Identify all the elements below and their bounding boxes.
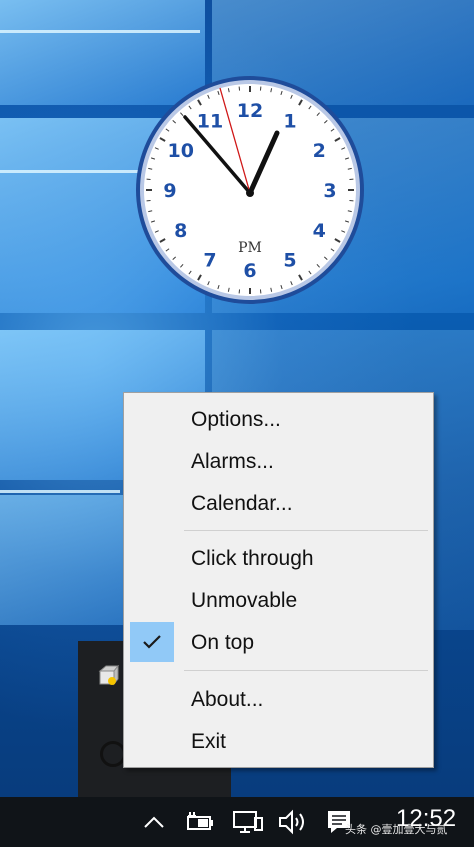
menu-item-label: Click through (191, 547, 314, 570)
menu-item-label: On top (191, 631, 255, 654)
clock-numeral: 10 (167, 140, 193, 162)
light-streak (0, 30, 200, 33)
clock-numeral: 11 (197, 111, 223, 133)
menu-separator (184, 530, 428, 531)
context-menu: Options... Alarms... Calendar... Click t… (123, 392, 434, 768)
clock-center-pin (246, 189, 254, 197)
menu-item-unmovable[interactable]: Unmovable (127, 580, 430, 620)
watermark-text: 头条 @壹加壹大与贰 (345, 823, 448, 836)
menu-item-calendar[interactable]: Calendar... (127, 483, 430, 523)
menu-item-click-through[interactable]: Click through (127, 538, 430, 578)
clock-numeral: 6 (243, 260, 256, 282)
clock-numeral: 8 (174, 220, 187, 242)
menu-separator (184, 670, 428, 671)
menu-item-options[interactable]: Options... (127, 399, 430, 439)
clock-numeral: 4 (313, 220, 326, 242)
taskbar: 12:52 头条 @壹加壹大与贰 (0, 797, 474, 847)
chevron-up-icon[interactable] (141, 807, 167, 837)
menu-item-alarms[interactable]: Alarms... (127, 441, 430, 481)
clock-numeral: 2 (313, 140, 326, 162)
menu-item-label: Calendar... (191, 492, 293, 515)
light-streak (0, 490, 120, 493)
menu-item-label: Exit (191, 730, 227, 753)
menu-item-label: Unmovable (191, 589, 298, 612)
menu-item-on-top[interactable]: On top (127, 622, 430, 662)
menu-item-exit[interactable]: Exit (127, 721, 430, 761)
menu-item-label: About... (191, 688, 264, 711)
clock-numeral: 5 (283, 249, 296, 271)
menu-item-about[interactable]: About... (127, 679, 430, 719)
analog-clock[interactable]: 12 1 2 3 4 5 6 7 8 9 10 11 PM (134, 74, 366, 306)
clock-face[interactable]: 12 12 3 45 6 78 9 1011 PM (134, 74, 366, 306)
clock-numeral: 1 (283, 111, 296, 133)
clock-numeral: 7 (203, 249, 216, 271)
volume-icon[interactable] (276, 807, 310, 837)
clock-app-tray-icon[interactable] (98, 664, 120, 687)
menu-item-label: Options... (191, 408, 281, 431)
network-icon[interactable] (230, 807, 266, 837)
battery-icon[interactable] (183, 807, 217, 837)
light-streak (0, 170, 150, 173)
clock-numeral: 9 (163, 180, 176, 202)
clock-numeral: 3 (323, 180, 336, 202)
clock-numeral: 12 (237, 100, 263, 122)
checkmark-icon (130, 622, 174, 662)
menu-item-label: Alarms... (191, 450, 274, 473)
clock-period: PM (238, 240, 262, 256)
